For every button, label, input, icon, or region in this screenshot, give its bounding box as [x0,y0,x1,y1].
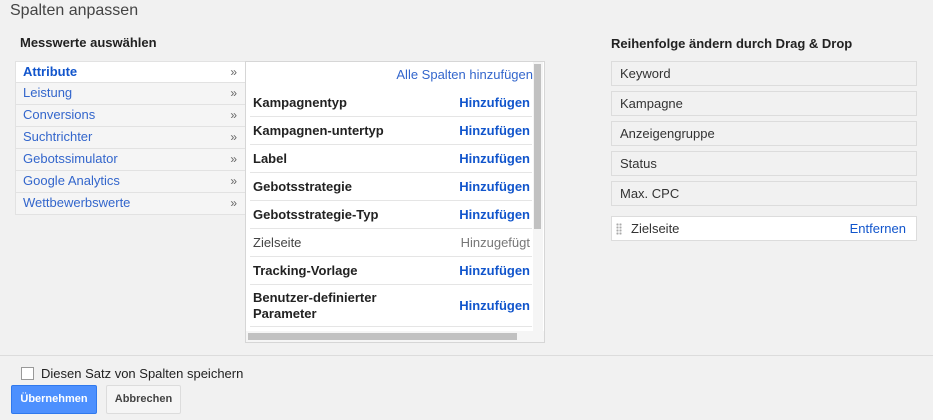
column-order-item: Max. CPC [611,181,917,206]
category-attribute[interactable]: Attribute » [15,61,246,83]
add-all-columns-link[interactable]: Alle Spalten hinzufügen [396,67,533,82]
metrics-panel: Alle Spalten hinzufügen Kampagnentyp Hin… [245,61,545,343]
horizontal-scrollbar[interactable] [246,331,544,342]
column-order-item: Kampagne [611,91,917,116]
column-label: Keyword [620,66,671,81]
metric-row: Kampagnentyp Hinzufügen [250,89,532,117]
cancel-button[interactable]: Abbrechen [106,385,181,414]
double-chevron-right-icon: » [230,196,237,210]
category-list: Attribute » Leistung » Conversions » Suc… [15,61,246,215]
category-wettbewerbswerte[interactable]: Wettbewerbswerte » [15,193,246,215]
column-label: Status [620,156,657,171]
metric-row: Label Hinzufügen [250,145,532,173]
column-label: Max. CPC [620,186,680,201]
footer-divider [0,355,933,356]
metric-row: Benutzer-definierter Parameter Hinzufüge… [250,285,532,327]
metrics-list: Alle Spalten hinzufügen Kampagnentyp Hin… [246,62,534,332]
category-label: Wettbewerbswerte [23,195,131,210]
metric-row: Tracking-Vorlage Hinzufügen [250,257,532,285]
metric-label: Tracking-Vorlage [253,262,358,278]
add-metric-link[interactable]: Hinzufügen [459,95,530,110]
column-order-item: Anzeigengruppe [611,121,917,146]
add-metric-link[interactable]: Hinzufügen [459,263,530,278]
vertical-scrollbar[interactable] [533,62,543,332]
left-heading: Messwerte auswählen [20,35,157,50]
metric-added-status: Hinzugefügt [460,235,530,250]
category-label: Leistung [23,85,73,100]
draggable-column-item[interactable]: Zielseite Entfernen [611,216,917,241]
dialog-title: Spalten anpassen [10,2,139,19]
add-metric-link[interactable]: Hinzufügen [459,151,530,166]
category-label: Conversions [23,107,96,122]
metric-row: Gebotsstrategie-Typ Hinzufügen [250,201,532,229]
double-chevron-right-icon: » [230,65,237,79]
apply-button[interactable]: Übernehmen [11,385,97,414]
double-chevron-right-icon: » [230,152,237,166]
category-google-analytics[interactable]: Google Analytics » [15,171,246,193]
column-label: Kampagne [620,96,683,111]
double-chevron-right-icon: » [230,174,237,188]
horizontal-scroll-thumb[interactable] [248,333,517,340]
metric-label: Label [253,150,287,166]
category-conversions[interactable]: Conversions » [15,105,246,127]
metric-row: Gebotsstrategie Hinzufügen [250,173,532,201]
metric-label: Gebotsstrategie [253,178,352,194]
category-leistung[interactable]: Leistung » [15,83,246,105]
category-label: Gebotssimulator [23,151,118,166]
metric-row: Kampagnen-untertyp Hinzufügen [250,117,532,145]
metric-label: Kampagnentyp [253,94,347,110]
drag-handle-icon[interactable] [616,223,622,235]
column-label: Zielseite [631,221,680,236]
save-set-label[interactable]: Diesen Satz von Spalten speichern [41,366,243,381]
category-label: Attribute [23,64,78,79]
column-order-item: Keyword [611,61,917,86]
metric-label: Gebotsstrategie-Typ [253,206,379,222]
metric-row: Zielseite Hinzugefügt [250,229,532,257]
add-metric-link[interactable]: Hinzufügen [459,207,530,222]
metric-label: Kampagnen-untertyp [253,122,384,138]
double-chevron-right-icon: » [230,130,237,144]
remove-column-link[interactable]: Entfernen [850,217,906,240]
double-chevron-right-icon: » [230,108,237,122]
add-metric-link[interactable]: Hinzufügen [459,298,530,313]
add-metric-link[interactable]: Hinzufügen [459,123,530,138]
category-label: Google Analytics [23,173,120,188]
save-set-row: Diesen Satz von Spalten speichern [21,366,243,381]
vertical-scroll-thumb[interactable] [534,64,541,229]
category-gebotssimulator[interactable]: Gebotssimulator » [15,149,246,171]
metric-label: Zielseite [253,234,302,250]
category-label: Suchtrichter [23,129,93,144]
column-order-item: Status [611,151,917,176]
metric-label: Benutzer-definierter Parameter [253,289,377,321]
save-set-checkbox[interactable] [21,367,34,380]
double-chevron-right-icon: » [230,86,237,100]
right-heading: Reihenfolge ändern durch Drag & Drop [611,36,853,51]
category-suchtrichter[interactable]: Suchtrichter » [15,127,246,149]
add-metric-link[interactable]: Hinzufügen [459,179,530,194]
column-label: Anzeigengruppe [620,126,715,141]
